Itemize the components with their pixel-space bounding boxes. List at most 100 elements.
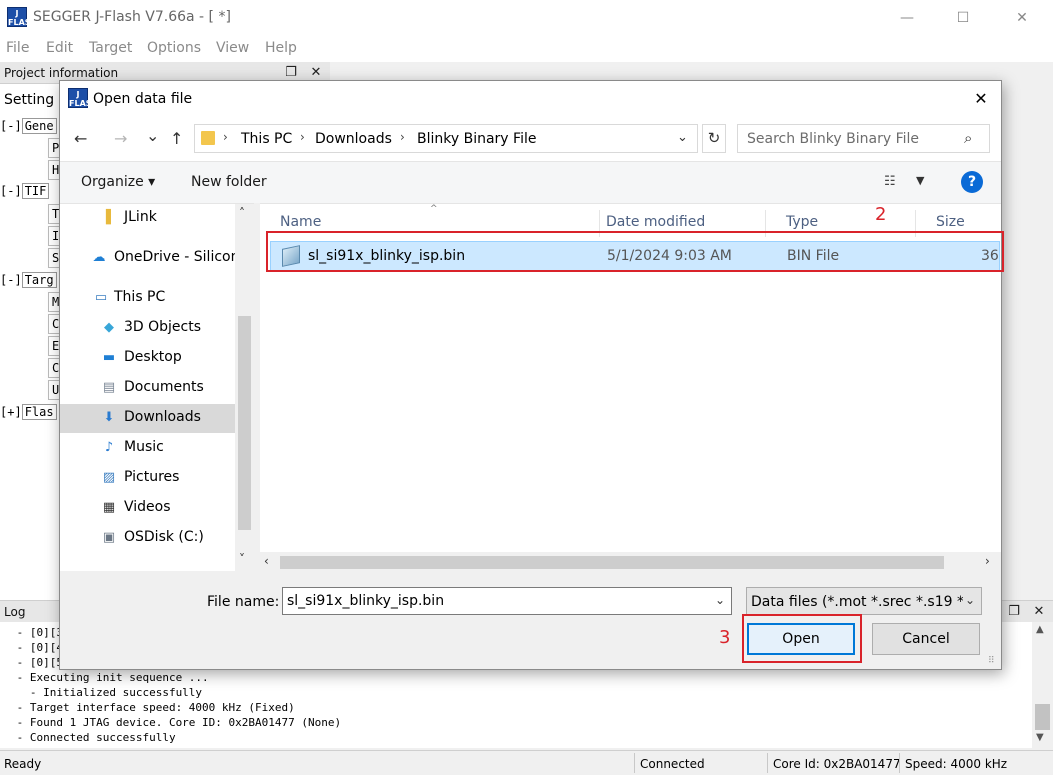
scroll-down-icon[interactable]: ˅: [239, 552, 245, 566]
folder-icon: ▌: [106, 210, 116, 225]
address-bar[interactable]: › This PC › Downloads › Blinky Binary Fi…: [194, 124, 698, 153]
nav-item-label: Music: [124, 439, 164, 455]
cloud-icon: ☁: [92, 250, 106, 265]
nav-item-this-pc[interactable]: ▭ This PC: [60, 284, 235, 313]
nav-item-label: Documents: [124, 379, 204, 395]
nav-item-label: OSDisk (C:): [124, 529, 204, 545]
dialog-title: Open data file: [93, 91, 193, 107]
app-close-button[interactable]: ✕: [1007, 6, 1037, 30]
organize-button[interactable]: Organize ▾: [81, 174, 155, 190]
cube-icon: ◆: [104, 320, 114, 335]
settings-tab[interactable]: Setting: [4, 92, 54, 108]
tree-group-general[interactable]: [-] Gene: [0, 118, 57, 134]
menu-target[interactable]: Target: [89, 40, 132, 56]
file-type-filter-select[interactable]: Data files (*.mot *.srec *.s19 *.s2 ⌄: [746, 587, 982, 615]
filter-dropdown-chevron-icon[interactable]: ⌄: [965, 593, 976, 607]
picture-icon: ▨: [102, 470, 116, 485]
scroll-down-icon[interactable]: ▼: [1036, 732, 1044, 743]
scroll-thumb[interactable]: [280, 556, 944, 569]
view-dropdown-icon[interactable]: ▼: [916, 174, 924, 187]
forward-arrow-icon[interactable]: →: [114, 129, 127, 148]
breadcrumb-separator[interactable]: ›: [223, 130, 228, 144]
menu-help[interactable]: Help: [265, 40, 297, 56]
scroll-thumb[interactable]: [238, 316, 251, 530]
nav-item-label: JLink: [124, 209, 157, 225]
breadcrumb-downloads[interactable]: Downloads: [315, 131, 392, 147]
file-name-input[interactable]: [285, 590, 705, 612]
address-dropdown-chevron-icon[interactable]: ⌄: [677, 130, 688, 145]
folder-icon: [201, 131, 215, 145]
nav-item-jlink[interactable]: ▌ JLink: [60, 204, 235, 233]
tree-group-flash[interactable]: [+] Flas: [0, 404, 57, 420]
status-divider: [767, 753, 768, 773]
jflash-logo-icon: J FLASH: [68, 88, 99, 108]
nav-item-onedrive[interactable]: ☁ OneDrive - Silicon: [60, 244, 240, 273]
nav-item-label: Pictures: [124, 469, 180, 485]
app-title-bar: J FLASH SEGGER J-Flash V7.66a - [ *] — ☐…: [0, 0, 1053, 36]
file-name-label: File name:: [207, 594, 280, 610]
computer-icon: ▭: [94, 290, 108, 305]
nav-item-osdisk[interactable]: ▣ OSDisk (C:): [60, 524, 235, 553]
nav-item-label: This PC: [114, 289, 166, 305]
file-name-combobox[interactable]: ⌄: [282, 587, 732, 615]
float-pane-icon[interactable]: ❐: [1005, 603, 1023, 621]
cancel-button[interactable]: Cancel: [872, 623, 980, 655]
menu-bar: File Edit Target Options View Help: [0, 36, 1053, 62]
log-line: - Executing init sequence ...: [10, 671, 209, 684]
file-name-dropdown-chevron-icon[interactable]: ⌄: [715, 593, 725, 607]
nav-item-desktop[interactable]: ▬ Desktop: [60, 344, 235, 373]
new-folder-button[interactable]: New folder: [191, 174, 267, 190]
log-line: - Initialized successfully: [10, 686, 203, 699]
search-input[interactable]: [739, 126, 959, 151]
resize-grip-icon[interactable]: ⠿: [988, 656, 995, 666]
nav-item-videos[interactable]: ▦ Videos: [60, 494, 235, 523]
scroll-left-icon[interactable]: ‹: [264, 554, 269, 568]
menu-edit[interactable]: Edit: [46, 40, 73, 56]
horizontal-scrollbar[interactable]: ‹ ›: [260, 552, 1001, 571]
nav-item-music[interactable]: ♪ Music: [60, 434, 235, 463]
change-view-icon[interactable]: ☷: [884, 174, 896, 189]
minimize-button[interactable]: —: [892, 6, 922, 30]
search-icon[interactable]: ⌕: [964, 129, 972, 147]
maximize-button[interactable]: ☐: [948, 6, 978, 30]
log-line: - [0][4: [10, 641, 63, 654]
dialog-close-button[interactable]: ✕: [966, 87, 996, 111]
video-icon: ▦: [102, 500, 116, 515]
refresh-icon[interactable]: ↻: [702, 124, 726, 153]
scroll-up-icon[interactable]: ˄: [239, 206, 245, 220]
dialog-title-bar: J FLASH Open data file ✕: [60, 81, 1001, 117]
menu-file[interactable]: File: [6, 40, 29, 56]
scroll-right-icon[interactable]: ›: [985, 554, 990, 568]
nav-item-pictures[interactable]: ▨ Pictures: [60, 464, 235, 493]
close-pane-icon[interactable]: ✕: [1030, 603, 1048, 621]
breadcrumb-separator[interactable]: ›: [400, 130, 405, 144]
jflash-logo-icon: J FLASH: [7, 7, 38, 27]
scroll-thumb[interactable]: [1035, 704, 1050, 730]
nav-item-label: Downloads: [124, 409, 201, 425]
breadcrumb-separator[interactable]: ›: [300, 130, 305, 144]
tree-group-tif[interactable]: [-] TIF: [0, 183, 50, 199]
breadcrumb-this-pc[interactable]: This PC: [241, 131, 292, 147]
recent-locations-chevron-icon[interactable]: ⌄: [146, 126, 159, 145]
log-scrollbar[interactable]: ▲ ▼: [1032, 622, 1053, 748]
status-core-id: Core Id: 0x2BA01477: [773, 757, 901, 771]
menu-view[interactable]: View: [216, 40, 249, 56]
menu-options[interactable]: Options: [147, 40, 201, 56]
help-icon[interactable]: ?: [961, 171, 983, 193]
navigation-bar: ← → ⌄ ↑ › This PC › Downloads › Blinky B…: [60, 117, 1001, 161]
open-data-file-dialog: J FLASH Open data file ✕ ← → ⌄ ↑ › This …: [59, 80, 1002, 670]
search-box[interactable]: ⌕: [737, 124, 990, 153]
up-arrow-icon[interactable]: ↑: [170, 129, 183, 148]
nav-item-downloads[interactable]: ⬇ Downloads: [60, 404, 235, 433]
scroll-up-icon[interactable]: ▲: [1036, 624, 1044, 635]
tree-group-target[interactable]: [-] Targ: [0, 272, 57, 288]
log-line: - Target interface speed: 4000 kHz (Fixe…: [10, 701, 295, 714]
status-connection: Connected: [640, 757, 705, 771]
breadcrumb-blinky-binary-file[interactable]: Blinky Binary File: [417, 131, 536, 147]
nav-item-label: Videos: [124, 499, 171, 515]
nav-pane-scrollbar[interactable]: ˄ ˅: [235, 204, 254, 571]
back-arrow-icon[interactable]: ←: [74, 129, 87, 148]
status-divider: [634, 753, 635, 773]
nav-item-3d-objects[interactable]: ◆ 3D Objects: [60, 314, 235, 343]
nav-item-documents[interactable]: ▤ Documents: [60, 374, 235, 403]
